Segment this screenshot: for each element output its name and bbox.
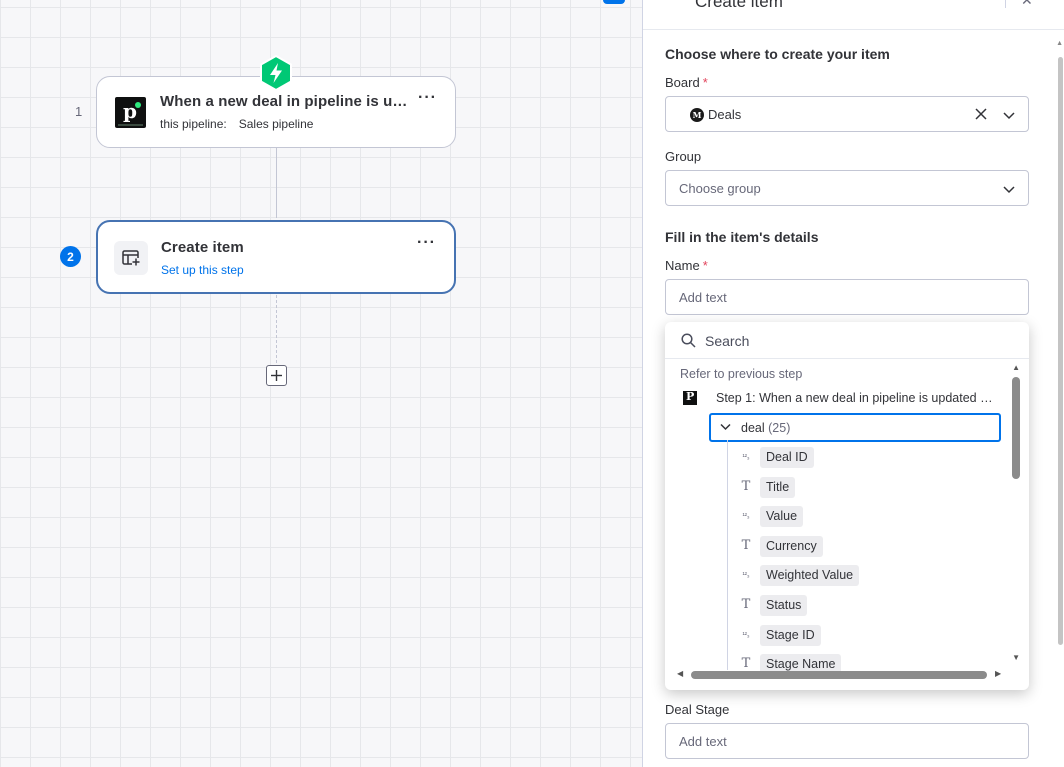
trigger-step-subtitle: this pipeline: Sales pipeline [160,117,313,131]
dropdown-vertical-scrollbar[interactable] [1012,377,1020,479]
dropdown-scroll-left-arrow[interactable]: ◀ [677,669,683,678]
group-select[interactable]: Choose group [665,170,1029,206]
number-type-icon: ¹²₃ [742,632,750,639]
board-required-mark: * [702,75,708,90]
board-label: Board * [665,75,708,90]
deal-group-name: deal [741,421,765,435]
variable-chip[interactable]: Weighted Value [760,565,860,586]
deal-stage-input[interactable]: Add text [665,723,1029,759]
close-icon[interactable]: ✕ [1021,0,1033,9]
name-input[interactable]: Add text [665,279,1029,315]
deal-group-toggle[interactable]: deal (25) [709,413,1001,442]
number-type-icon: ¹²₃ [742,572,750,579]
deal-stage-placeholder: Add text [679,734,727,749]
canvas-corner-indicator [603,0,625,4]
name-input-placeholder: Add text [679,290,727,305]
group-label: Group [665,149,702,164]
variable-search-bar[interactable]: Search [665,322,1029,359]
previous-step-label: Step 1: When a new deal in pipeline is u… [716,391,994,405]
trigger-step-more-button[interactable]: ··· [418,89,437,107]
dropdown-scroll-right-arrow[interactable]: ▶ [995,669,1001,678]
name-label: Name * [665,258,708,273]
create-item-icon [114,241,148,275]
pipedrive-small-logo-icon: P [683,390,697,405]
panel-header: Create item ✕ [643,0,1064,30]
search-icon [681,333,696,348]
variable-chip[interactable]: Deal ID [760,447,814,468]
chevron-down-icon[interactable] [1002,108,1016,122]
panel-title: Create item [695,0,783,11]
name-required-mark: * [702,258,708,273]
board-select-value: Deals [708,107,742,122]
panel-header-divider [1005,0,1006,8]
panel-scroll-up-arrow[interactable]: ▲ [1056,40,1063,47]
board-icon: M [690,108,704,122]
number-type-icon: ¹²₃ [742,454,750,461]
section-title-where: Choose where to create your item [665,46,890,62]
board-select[interactable]: M Deals [665,96,1029,132]
step-connector-line [276,148,277,218]
create-item-more-button[interactable]: ··· [417,234,436,252]
set-up-step-link[interactable]: Set up this step [161,263,244,277]
section-title-details: Fill in the item's details [665,229,819,245]
chevron-down-icon [720,423,731,431]
lightning-icon [260,55,292,91]
trigger-pipeline-value: Sales pipeline [238,117,314,131]
tree-guide-line [727,440,728,670]
variable-chip[interactable]: Stage ID [760,625,821,646]
group-select-placeholder: Choose group [679,181,761,196]
clear-icon[interactable] [974,107,988,121]
variable-chip[interactable]: Currency [760,536,823,557]
variable-picker-dropdown[interactable]: Search Refer to previous step P Step 1: … [665,322,1029,690]
dropdown-horizontal-scrollbar[interactable] [691,671,987,679]
step-config-panel: Create item ✕ ▲ Choose where to create y… [642,0,1064,767]
text-type-icon: T [741,656,751,671]
panel-scrollbar[interactable] [1058,57,1063,645]
create-item-step-card[interactable]: Create item Set up this step ··· [96,220,456,294]
step-number-1: 1 [75,104,83,119]
name-label-text: Name [665,258,700,273]
number-type-icon: ¹²₃ [742,513,750,520]
deal-group-label: deal (25) [741,421,790,435]
board-label-text: Board [665,75,700,90]
dropdown-scroll-up-arrow[interactable]: ▲ [1012,363,1020,372]
variable-chip[interactable]: Value [760,506,804,527]
variable-chip[interactable]: Title [760,477,796,498]
text-type-icon: T [741,479,751,494]
text-type-icon: T [741,538,751,553]
trigger-step-title: When a new deal in pipeline is updated [160,93,412,110]
plus-icon [271,370,282,381]
create-item-step-title: Create item [161,239,244,256]
variable-search-input[interactable]: Search [705,333,749,349]
chevron-down-icon[interactable] [1002,182,1016,196]
deal-stage-label: Deal Stage [665,702,730,717]
step-number-2-badge: 2 [60,246,81,267]
panel-create-item-icon [667,0,687,7]
add-step-button[interactable] [266,365,287,386]
pipedrive-small-logo-letter: P [686,390,695,403]
deal-group-count: (25) [768,421,791,435]
variable-chip[interactable]: Status [760,595,808,616]
workflow-canvas[interactable]: 1 p When a new deal in pipeline is updat… [0,0,642,767]
dropdown-scroll-down-arrow[interactable]: ▼ [1012,653,1020,662]
text-type-icon: T [741,597,751,612]
step-connector-dashed [276,295,277,363]
previous-step-row[interactable]: P Step 1: When a new deal in pipeline is… [683,390,998,407]
trigger-pipeline-label: this pipeline: [160,117,227,131]
pipedrive-logo-icon: p [115,97,146,128]
refer-previous-step-label: Refer to previous step [680,367,803,381]
